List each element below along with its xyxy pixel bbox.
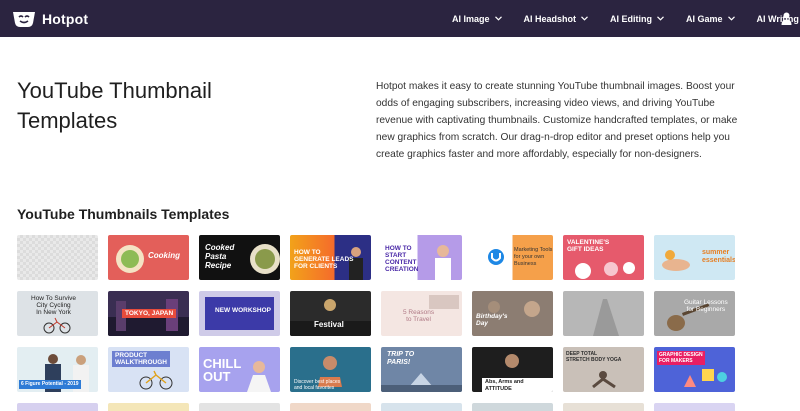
- template-caption: 5 Reasons to Travel: [403, 309, 435, 323]
- template-card-partial[interactable]: [472, 403, 553, 411]
- road-image: [593, 299, 619, 336]
- nav-ai-writing[interactable]: AI Writing: [757, 14, 800, 24]
- hotpot-logo[interactable]: Hotpot: [12, 9, 88, 28]
- template-card[interactable]: Birthday's Day: [472, 291, 553, 336]
- template-card[interactable]: Festival: [290, 291, 371, 336]
- template-card-partial[interactable]: [563, 403, 644, 411]
- template-card[interactable]: How To Survive City Cycling In New York: [17, 291, 98, 336]
- nav-label: AI Image: [452, 13, 490, 24]
- top-navbar: Hotpot AI Image AI Headshot AI Editing A…: [0, 0, 800, 37]
- template-caption: Festival: [314, 320, 344, 329]
- chevron-down-icon: [657, 16, 664, 21]
- template-caption: Cooking: [148, 251, 180, 260]
- template-card[interactable]: 5 Reasons to Travel: [381, 291, 462, 336]
- nav-ai-game[interactable]: AI Game: [686, 14, 735, 24]
- nav-label: AI Headshot: [523, 13, 577, 24]
- template-card[interactable]: [563, 291, 644, 336]
- template-card[interactable]: Guitar Lessons for Beginners: [654, 291, 735, 336]
- nav-label: AI Writing: [756, 13, 799, 24]
- page-description: Hotpot makes it easy to create stunning …: [376, 81, 738, 160]
- template-caption: How To Survive City Cycling In New York: [31, 295, 77, 316]
- template-card[interactable]: TOKYO, JAPAN: [108, 291, 189, 336]
- template-caption: Birthday's Day: [476, 313, 508, 327]
- template-card-partial[interactable]: [654, 403, 735, 411]
- nav-ai-headshot[interactable]: AI Headshot: [524, 14, 589, 24]
- main-nav: AI Image AI Headshot AI Editing AI Game …: [452, 0, 800, 37]
- nav-ai-editing[interactable]: AI Editing: [610, 14, 664, 24]
- brand-name: Hotpot: [42, 10, 89, 27]
- template-grid: Cooking Cooked Pasta Recipe HOW TO GENER…: [17, 235, 747, 392]
- template-caption: summer essentials: [702, 249, 735, 264]
- template-card[interactable]: CHILL OUT: [199, 347, 280, 392]
- template-card[interactable]: NEW WORKSHOP: [199, 291, 280, 336]
- chevron-down-icon: [727, 16, 735, 21]
- template-caption: HOW TO START CONTENT CREATION: [385, 245, 419, 273]
- template-card[interactable]: Marketing Tools for your own Business: [472, 235, 553, 280]
- template-card-partial[interactable]: [381, 403, 462, 411]
- template-card[interactable]: VALENTINE'S GIFT IDEAS: [563, 235, 644, 280]
- template-caption: Guitar Lessons for Beginners: [684, 299, 728, 313]
- template-card[interactable]: Discover best places and local favorites: [290, 347, 371, 392]
- template-caption: TRIP TO PARIS!: [387, 351, 415, 366]
- user-account-icon[interactable]: [781, 12, 792, 25]
- template-card[interactable]: GRAPHIC DESIGN FOR MAKERS: [654, 347, 735, 392]
- template-card[interactable]: Abs, Arms and ATTITUDE: [472, 347, 553, 392]
- nav-label: AI Game: [686, 13, 723, 24]
- template-caption: DEEP TOTAL STRETCH BODY YOGA: [566, 351, 622, 363]
- nav-ai-image[interactable]: AI Image: [452, 14, 502, 24]
- template-card[interactable]: Cooking: [108, 235, 189, 280]
- template-grid-next-row: [17, 403, 747, 411]
- template-card-partial[interactable]: [199, 403, 280, 411]
- template-card-blank[interactable]: [17, 235, 98, 280]
- crowd-image: [290, 299, 371, 336]
- template-card[interactable]: HOW TO START CONTENT CREATION: [381, 235, 462, 280]
- template-card[interactable]: 6 Figure Potential - 2019: [17, 347, 98, 392]
- chevron-down-icon: [494, 16, 502, 21]
- template-caption: Cooked Pasta Recipe: [205, 243, 235, 270]
- template-caption: HOW TO GENERATE LEADS FOR CLIENTS: [294, 249, 354, 270]
- template-caption: Abs, Arms and ATTITUDE: [482, 378, 553, 392]
- guitar-image: [667, 303, 710, 331]
- chevron-down-icon: [581, 16, 588, 21]
- template-card[interactable]: Cooked Pasta Recipe: [199, 235, 280, 280]
- template-card-partial[interactable]: [290, 403, 371, 411]
- template-card[interactable]: TRIP TO PARIS!: [381, 347, 462, 392]
- template-caption: VALENTINE'S GIFT IDEAS: [567, 239, 610, 253]
- template-card[interactable]: PRODUCT WALKTHROUGH: [108, 347, 189, 392]
- template-caption: TOKYO, JAPAN: [122, 309, 177, 318]
- template-caption: NEW WORKSHOP: [215, 307, 271, 314]
- hotpot-logo-icon: [13, 12, 35, 27]
- template-card[interactable]: HOW TO GENERATE LEADS FOR CLIENTS: [290, 235, 371, 280]
- template-caption: Discover best places and local favorites: [294, 379, 341, 391]
- template-card[interactable]: summer essentials: [654, 235, 735, 280]
- template-caption: Marketing Tools for your own Business: [514, 247, 553, 267]
- template-card-partial[interactable]: [17, 403, 98, 411]
- template-card[interactable]: DEEP TOTAL STRETCH BODY YOGA: [563, 347, 644, 392]
- nav-label: AI Editing: [610, 13, 653, 24]
- template-card-partial[interactable]: [108, 403, 189, 411]
- template-caption: CHILL OUT: [203, 356, 242, 384]
- section-title: YouTube Thumbnails Templates: [17, 206, 230, 222]
- template-caption: PRODUCT WALKTHROUGH: [112, 351, 170, 367]
- page-title: YouTube Thumbnail Templates: [17, 78, 212, 133]
- template-caption: GRAPHIC DESIGN FOR MAKERS: [657, 351, 705, 365]
- template-caption: 6 Figure Potential - 2019: [19, 380, 81, 389]
